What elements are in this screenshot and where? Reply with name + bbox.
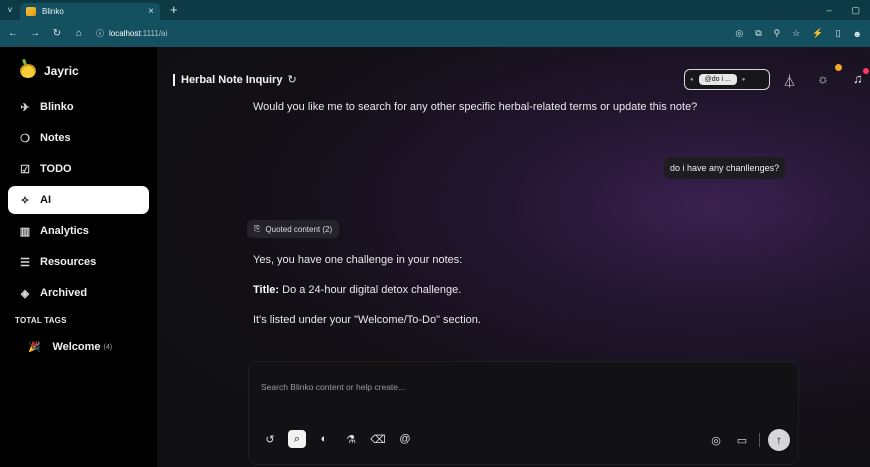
sidebar-item-label: Resources <box>40 256 97 268</box>
target-icon[interactable]: ◎ <box>707 431 725 449</box>
browser-toolbar-icons: ◎ ⧉ ⚲ ☆ ⚡ ▯ ☻ <box>735 28 862 39</box>
zoom-icon[interactable]: ⚲ <box>774 28 781 39</box>
total-tags-heading: TOTAL TAGS <box>15 316 67 325</box>
sidebar-item-analytics[interactable]: ▥ Analytics <box>8 217 149 245</box>
tab-title: Blinko <box>42 7 64 16</box>
refresh-icon[interactable]: ↻ <box>287 73 296 86</box>
install-app-icon[interactable]: ⧉ <box>755 28 761 39</box>
site-info-icon[interactable]: ⓘ <box>96 28 104 39</box>
composer-tools: ↺ ⌕ ◐ ⚗ ⌫ @ <box>261 430 414 448</box>
extension-icon[interactable]: ⚡ <box>812 28 823 39</box>
archive-box-icon: ◈ <box>20 287 30 300</box>
url-path: :1111/ai <box>140 29 168 38</box>
title-accent-bar <box>173 73 175 86</box>
user-profile[interactable]: Jayric <box>20 59 149 83</box>
quoted-content-label: Quoted content (2) <box>265 224 333 234</box>
browser-tab[interactable]: Blinko × <box>20 3 160 20</box>
reload-icon[interactable]: ↻ <box>52 28 62 39</box>
database-icon: ☰ <box>20 256 30 269</box>
sun-theme-icon[interactable]: ☼ <box>817 71 829 86</box>
tag-label: Welcome <box>52 341 101 353</box>
back-icon[interactable]: ← <box>8 28 18 39</box>
browser-address-bar: ← → ↻ ⌂ ⓘ localhost:1111/ai ◎ ⧉ ⚲ ☆ ⚡ ▯ … <box>0 20 870 47</box>
blinko-icon: ✈ <box>20 101 30 114</box>
ai-message-followup: Would you like me to search for any othe… <box>253 101 698 113</box>
sidebar-panel-icon[interactable]: ▯ <box>836 28 841 39</box>
send-button[interactable]: ↑ <box>768 429 790 451</box>
new-chat-icon[interactable]: ↺ <box>261 430 279 448</box>
filter-chip: @do i ... <box>698 74 737 85</box>
todo-icon: ☑ <box>20 163 30 176</box>
avatar <box>20 64 36 78</box>
conversation-header: Herbal Note Inquiry ↻ <box>173 73 297 86</box>
url-field[interactable]: ⓘ localhost:1111/ai <box>96 28 167 39</box>
filter-left-dot-icon: ● <box>690 76 694 83</box>
bookmark-star-icon[interactable]: ☆ <box>792 28 800 39</box>
maximize-button[interactable]: ▢ <box>851 5 860 16</box>
ai-reply-line: It's listed under your "Welcome/To-Do" s… <box>253 314 481 326</box>
notes-icon: ❍ <box>20 132 30 145</box>
ai-sparkle-icon: ✧ <box>20 194 30 207</box>
page-title: Herbal Note Inquiry <box>181 73 283 86</box>
filter-right-dot-icon: ● <box>741 76 746 83</box>
sidebar-item-blinko[interactable]: ✈ Blinko <box>8 93 149 121</box>
new-tab-button[interactable]: + <box>170 0 178 20</box>
sidebar-item-label: AI <box>40 194 51 206</box>
chat-main: Herbal Note Inquiry ↻ ● @do i ... ● ⏃ ☼ … <box>157 47 870 467</box>
sidebar-item-todo[interactable]: ☑ TODO <box>8 155 149 183</box>
browser-tab-bar: ˅ Blinko × + – ▢ <box>0 0 870 20</box>
flask-icon[interactable]: ⚗ <box>342 430 360 448</box>
sidebar-item-label: Analytics <box>40 225 89 237</box>
quoted-content-button[interactable]: ⎘ Quoted content (2) <box>247 220 340 238</box>
sun-badge <box>835 64 842 71</box>
user-name: Jayric <box>44 64 79 78</box>
sidebar-item-resources[interactable]: ☰ Resources <box>8 248 149 276</box>
sidebar-item-label: TODO <box>40 163 72 175</box>
chat-composer: ↺ ⌕ ◐ ⚗ ⌫ @ ◎ ▭ ↑ <box>248 361 799 465</box>
ai-reply-title-line: Title: Do a 24-hour digital detox challe… <box>253 284 461 296</box>
composer-right-tools: ◎ ▭ ↑ <box>707 429 790 451</box>
minimize-button[interactable]: – <box>826 5 831 16</box>
mention-at-icon[interactable]: @ <box>396 430 414 448</box>
sidebar-item-archived[interactable]: ◈ Archived <box>8 279 149 307</box>
globe-icon[interactable]: ◐ <box>315 430 333 448</box>
profile-icon[interactable]: ☻ <box>853 29 862 39</box>
sidebar-item-label: Notes <box>40 132 71 144</box>
tab-menu-chevron-icon[interactable]: ˅ <box>0 5 20 15</box>
tag-count: (4) <box>103 343 113 351</box>
blinko-app: Jayric ✈ Blinko ❍ Notes ☑ TODO ✧ AI ▥ An… <box>0 47 870 467</box>
party-popper-icon: 🎉 <box>28 341 41 353</box>
map-book-icon[interactable]: ▭ <box>733 431 751 449</box>
reply-title-label: Title: <box>253 284 280 296</box>
sidebar: Jayric ✈ Blinko ❍ Notes ☑ TODO ✧ AI ▥ An… <box>0 47 157 467</box>
blinko-favicon-icon <box>26 7 36 16</box>
search-notes-icon[interactable]: ⌕ <box>288 430 306 448</box>
tag-item-welcome[interactable]: 🎉 Welcome (4) <box>28 341 149 353</box>
reply-title-value: Do a 24-hour digital detox challenge. <box>282 284 462 296</box>
trash-icon[interactable]: ⌫ <box>369 430 387 448</box>
notification-badge <box>863 68 869 74</box>
ai-reply-line: Yes, you have one challenge in your note… <box>253 254 463 266</box>
glasses-icon[interactable]: ◎ <box>735 28 743 39</box>
tool-divider <box>759 433 760 447</box>
analytics-icon: ▥ <box>19 225 31 238</box>
user-message-bubble: do i have any chanllenges? <box>664 157 786 179</box>
sidebar-item-label: Blinko <box>40 101 74 113</box>
bell-icon[interactable]: ♫ <box>853 71 863 86</box>
sidebar-item-ai[interactable]: ✧ AI <box>8 186 149 214</box>
url-host: localhost <box>109 29 141 38</box>
tab-close-icon[interactable]: × <box>148 6 154 17</box>
sidebar-item-notes[interactable]: ❍ Notes <box>8 124 149 152</box>
sidebar-item-label: Archived <box>40 287 88 299</box>
forward-icon[interactable]: → <box>30 28 40 39</box>
window-controls: – ▢ <box>826 5 870 16</box>
quote-icon: ⎘ <box>254 224 261 233</box>
home-icon[interactable]: ⌂ <box>74 28 84 39</box>
chat-input[interactable] <box>261 382 781 392</box>
note-filter-selector[interactable]: ● @do i ... ● <box>684 69 770 90</box>
filter-funnel-icon[interactable]: ⏃ <box>783 71 796 90</box>
